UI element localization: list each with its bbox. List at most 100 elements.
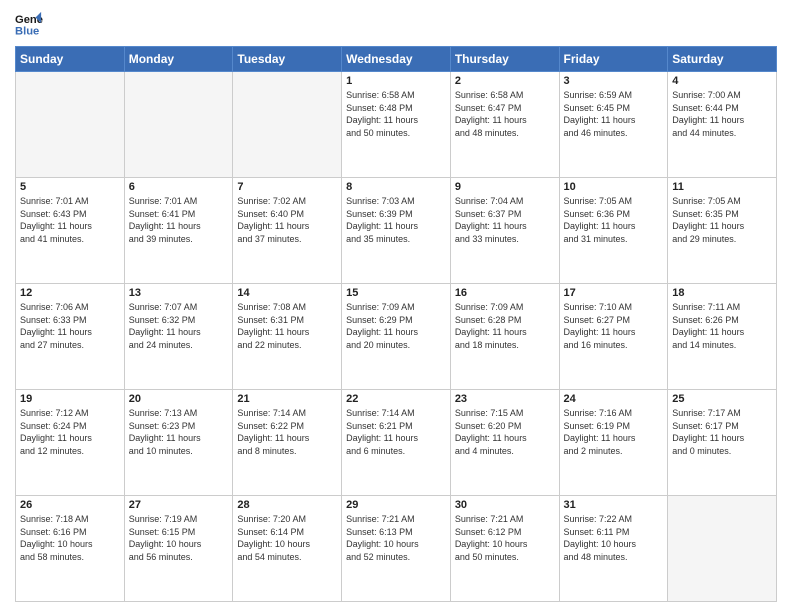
day-info: Sunrise: 7:17 AM Sunset: 6:17 PM Dayligh… xyxy=(672,407,772,457)
day-number: 22 xyxy=(346,393,446,405)
logo-icon: General Blue xyxy=(15,10,43,38)
day-number: 18 xyxy=(672,287,772,299)
day-info: Sunrise: 7:09 AM Sunset: 6:28 PM Dayligh… xyxy=(455,301,555,351)
day-number: 5 xyxy=(20,181,120,193)
calendar-cell: 6 Sunrise: 7:01 AM Sunset: 6:41 PM Daylig… xyxy=(124,178,233,284)
week-row-2: 12 Sunrise: 7:06 AM Sunset: 6:33 PM Dayli… xyxy=(16,284,777,390)
weekday-header-monday: Monday xyxy=(124,47,233,72)
day-info: Sunrise: 7:04 AM Sunset: 6:37 PM Dayligh… xyxy=(455,195,555,245)
day-info: Sunrise: 7:06 AM Sunset: 6:33 PM Dayligh… xyxy=(20,301,120,351)
day-info: Sunrise: 7:00 AM Sunset: 6:44 PM Dayligh… xyxy=(672,89,772,139)
week-row-0: 1Sunrise: 6:58 AM Sunset: 6:48 PM Daylig… xyxy=(16,72,777,178)
calendar-cell: 29 Sunrise: 7:21 AM Sunset: 6:13 PM Dayli… xyxy=(342,496,451,602)
calendar-cell: 20 Sunrise: 7:13 AM Sunset: 6:23 PM Dayli… xyxy=(124,390,233,496)
day-info: Sunrise: 7:11 AM Sunset: 6:26 PM Dayligh… xyxy=(672,301,772,351)
calendar-cell: 4 Sunrise: 7:00 AM Sunset: 6:44 PM Daylig… xyxy=(668,72,777,178)
day-number: 20 xyxy=(129,393,229,405)
day-number: 10 xyxy=(564,181,664,193)
day-info: Sunrise: 7:21 AM Sunset: 6:12 PM Dayligh… xyxy=(455,513,555,563)
calendar-cell: 23Sunrise: 7:15 AM Sunset: 6:20 PM Dayli… xyxy=(450,390,559,496)
day-number: 27 xyxy=(129,499,229,511)
day-info: Sunrise: 7:22 AM Sunset: 6:11 PM Dayligh… xyxy=(564,513,664,563)
calendar-cell xyxy=(233,72,342,178)
day-number: 3 xyxy=(564,75,664,87)
calendar-cell xyxy=(16,72,125,178)
calendar-cell xyxy=(124,72,233,178)
weekday-header-row: SundayMondayTuesdayWednesdayThursdayFrid… xyxy=(16,47,777,72)
day-number: 29 xyxy=(346,499,446,511)
day-number: 13 xyxy=(129,287,229,299)
day-number: 12 xyxy=(20,287,120,299)
calendar-cell: 8Sunrise: 7:03 AM Sunset: 6:39 PM Daylig… xyxy=(342,178,451,284)
calendar-cell: 28Sunrise: 7:20 AM Sunset: 6:14 PM Dayli… xyxy=(233,496,342,602)
day-number: 25 xyxy=(672,393,772,405)
calendar-cell xyxy=(668,496,777,602)
day-number: 19 xyxy=(20,393,120,405)
calendar-cell: 18 Sunrise: 7:11 AM Sunset: 6:26 PM Dayli… xyxy=(668,284,777,390)
day-number: 14 xyxy=(237,287,337,299)
day-info: Sunrise: 7:14 AM Sunset: 6:21 PM Dayligh… xyxy=(346,407,446,457)
calendar-cell: 9Sunrise: 7:04 AM Sunset: 6:37 PM Daylig… xyxy=(450,178,559,284)
calendar-cell: 17 Sunrise: 7:10 AM Sunset: 6:27 PM Dayli… xyxy=(559,284,668,390)
day-info: Sunrise: 7:16 AM Sunset: 6:19 PM Dayligh… xyxy=(564,407,664,457)
week-row-4: 26 Sunrise: 7:18 AM Sunset: 6:16 PM Dayli… xyxy=(16,496,777,602)
day-info: Sunrise: 7:02 AM Sunset: 6:40 PM Dayligh… xyxy=(237,195,337,245)
page: General Blue SundayMondayTuesdayWednesda… xyxy=(0,0,792,612)
calendar-cell: 26 Sunrise: 7:18 AM Sunset: 6:16 PM Dayli… xyxy=(16,496,125,602)
day-number: 24 xyxy=(564,393,664,405)
day-info: Sunrise: 7:01 AM Sunset: 6:41 PM Dayligh… xyxy=(129,195,229,245)
day-number: 11 xyxy=(672,181,772,193)
day-info: Sunrise: 6:58 AM Sunset: 6:48 PM Dayligh… xyxy=(346,89,446,139)
day-info: Sunrise: 7:15 AM Sunset: 6:20 PM Dayligh… xyxy=(455,407,555,457)
day-number: 31 xyxy=(564,499,664,511)
calendar-cell: 14Sunrise: 7:08 AM Sunset: 6:31 PM Dayli… xyxy=(233,284,342,390)
weekday-header-sunday: Sunday xyxy=(16,47,125,72)
day-info: Sunrise: 7:09 AM Sunset: 6:29 PM Dayligh… xyxy=(346,301,446,351)
weekday-header-saturday: Saturday xyxy=(668,47,777,72)
header: General Blue xyxy=(15,10,777,38)
week-row-3: 19Sunrise: 7:12 AM Sunset: 6:24 PM Dayli… xyxy=(16,390,777,496)
day-info: Sunrise: 7:10 AM Sunset: 6:27 PM Dayligh… xyxy=(564,301,664,351)
calendar-cell: 30 Sunrise: 7:21 AM Sunset: 6:12 PM Dayli… xyxy=(450,496,559,602)
day-info: Sunrise: 7:18 AM Sunset: 6:16 PM Dayligh… xyxy=(20,513,120,563)
day-number: 26 xyxy=(20,499,120,511)
calendar-cell: 13 Sunrise: 7:07 AM Sunset: 6:32 PM Dayli… xyxy=(124,284,233,390)
day-number: 4 xyxy=(672,75,772,87)
day-info: Sunrise: 7:01 AM Sunset: 6:43 PM Dayligh… xyxy=(20,195,120,245)
day-info: Sunrise: 7:14 AM Sunset: 6:22 PM Dayligh… xyxy=(237,407,337,457)
calendar-cell: 3 Sunrise: 6:59 AM Sunset: 6:45 PM Daylig… xyxy=(559,72,668,178)
calendar-cell: 22 Sunrise: 7:14 AM Sunset: 6:21 PM Dayli… xyxy=(342,390,451,496)
day-info: Sunrise: 7:19 AM Sunset: 6:15 PM Dayligh… xyxy=(129,513,229,563)
weekday-header-tuesday: Tuesday xyxy=(233,47,342,72)
calendar-cell: 19Sunrise: 7:12 AM Sunset: 6:24 PM Dayli… xyxy=(16,390,125,496)
day-info: Sunrise: 7:21 AM Sunset: 6:13 PM Dayligh… xyxy=(346,513,446,563)
day-info: Sunrise: 7:13 AM Sunset: 6:23 PM Dayligh… xyxy=(129,407,229,457)
day-info: Sunrise: 7:20 AM Sunset: 6:14 PM Dayligh… xyxy=(237,513,337,563)
calendar-cell: 11 Sunrise: 7:05 AM Sunset: 6:35 PM Dayli… xyxy=(668,178,777,284)
svg-text:Blue: Blue xyxy=(15,25,39,37)
calendar-cell: 12 Sunrise: 7:06 AM Sunset: 6:33 PM Dayli… xyxy=(16,284,125,390)
calendar-cell: 25 Sunrise: 7:17 AM Sunset: 6:17 PM Dayli… xyxy=(668,390,777,496)
logo: General Blue xyxy=(15,10,43,38)
calendar-cell: 21 Sunrise: 7:14 AM Sunset: 6:22 PM Dayli… xyxy=(233,390,342,496)
day-number: 15 xyxy=(346,287,446,299)
calendar-cell: 2Sunrise: 6:58 AM Sunset: 6:47 PM Daylig… xyxy=(450,72,559,178)
day-number: 6 xyxy=(129,181,229,193)
day-number: 17 xyxy=(564,287,664,299)
calendar-cell: 5 Sunrise: 7:01 AM Sunset: 6:43 PM Daylig… xyxy=(16,178,125,284)
day-number: 21 xyxy=(237,393,337,405)
weekday-header-thursday: Thursday xyxy=(450,47,559,72)
weekday-header-friday: Friday xyxy=(559,47,668,72)
calendar-table: SundayMondayTuesdayWednesdayThursdayFrid… xyxy=(15,46,777,602)
calendar-cell: 15 Sunrise: 7:09 AM Sunset: 6:29 PM Dayli… xyxy=(342,284,451,390)
calendar-cell: 27 Sunrise: 7:19 AM Sunset: 6:15 PM Dayli… xyxy=(124,496,233,602)
day-info: Sunrise: 7:05 AM Sunset: 6:35 PM Dayligh… xyxy=(672,195,772,245)
day-info: Sunrise: 7:07 AM Sunset: 6:32 PM Dayligh… xyxy=(129,301,229,351)
day-info: Sunrise: 7:03 AM Sunset: 6:39 PM Dayligh… xyxy=(346,195,446,245)
week-row-1: 5 Sunrise: 7:01 AM Sunset: 6:43 PM Daylig… xyxy=(16,178,777,284)
day-info: Sunrise: 6:59 AM Sunset: 6:45 PM Dayligh… xyxy=(564,89,664,139)
day-number: 16 xyxy=(455,287,555,299)
calendar-cell: 24 Sunrise: 7:16 AM Sunset: 6:19 PM Dayli… xyxy=(559,390,668,496)
day-number: 30 xyxy=(455,499,555,511)
weekday-header-wednesday: Wednesday xyxy=(342,47,451,72)
